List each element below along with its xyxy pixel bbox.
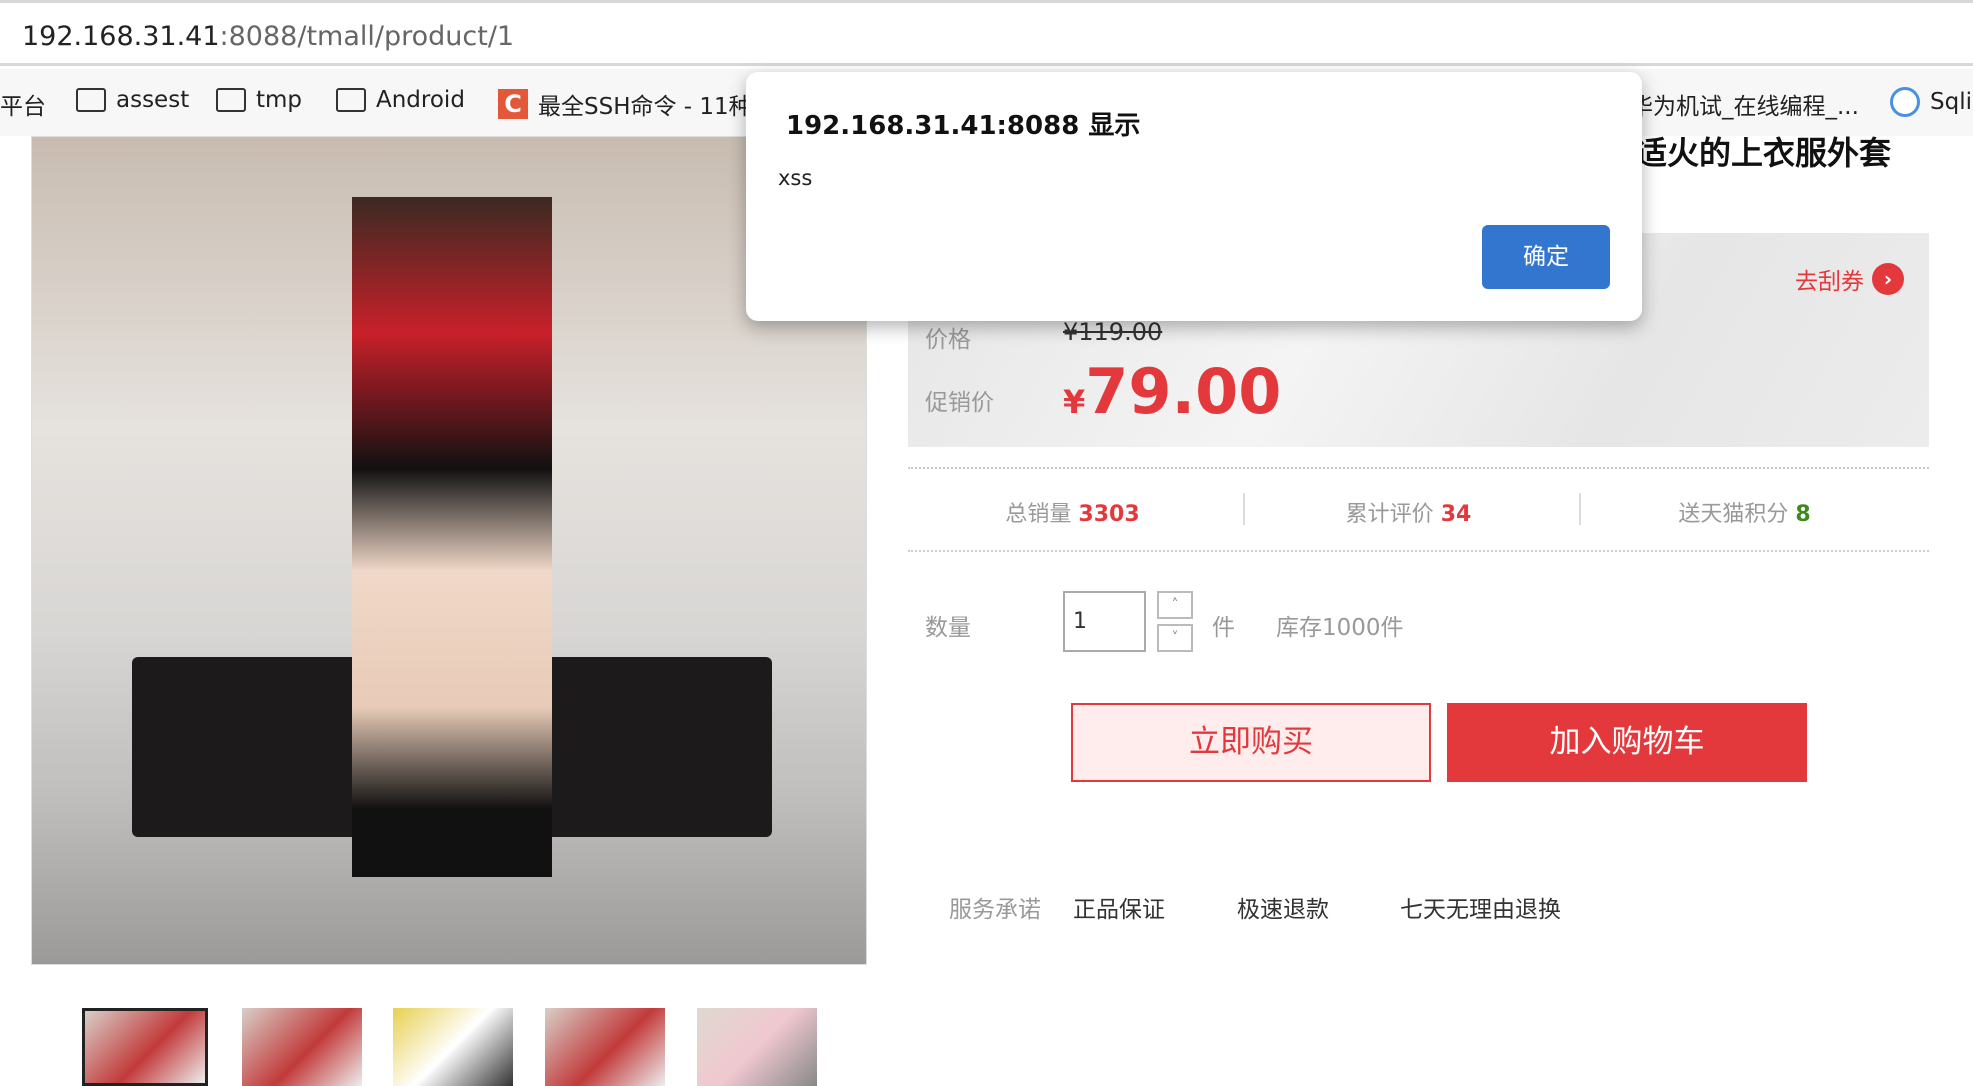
bookmark-ssh[interactable]: C 最全SSH命令 - 11种	[498, 87, 752, 121]
divider	[908, 550, 1929, 552]
coupon-label: 去刮券	[1795, 269, 1864, 295]
stat-label: 累计评价	[1345, 502, 1434, 527]
stat-value: 3303	[1078, 502, 1140, 527]
bookmark-label: 平台	[0, 94, 46, 120]
promo-price-value: 79.00	[1085, 355, 1282, 428]
thumbnail[interactable]	[393, 1008, 513, 1086]
unit-label: 件	[1212, 615, 1235, 641]
stock-label: 库存1000件	[1276, 615, 1404, 641]
dialog-message: xss	[778, 166, 813, 190]
buy-now-button[interactable]: 立即购买	[1071, 703, 1431, 782]
stat-value: 8	[1795, 502, 1811, 527]
thumbnail[interactable]	[697, 1008, 817, 1086]
bookmark-label: Sqli	[1930, 89, 1972, 115]
bookmark-label: 最全SSH命令 - 11种	[538, 94, 752, 120]
bookmark-label: 华为机试_在线编程_...	[1630, 94, 1859, 120]
coupon-link[interactable]: 去刮券 ›	[1795, 262, 1904, 296]
product-title: 适火的上衣服外套	[1635, 134, 1892, 172]
original-price: ¥119.00	[1063, 318, 1163, 346]
dialog-title: 192.168.31.41:8088 显示	[786, 111, 1141, 141]
promo-label: 促销价	[925, 390, 994, 416]
stat-points: 送天猫积分 8	[1577, 496, 1912, 528]
bookmark-label: Android	[376, 87, 465, 113]
bookmark-label: tmp	[256, 87, 303, 113]
decrease-button[interactable]: ˅	[1157, 624, 1193, 652]
product-main-image	[31, 136, 867, 965]
thumbnail[interactable]	[242, 1008, 362, 1086]
stat-label: 送天猫积分	[1678, 502, 1789, 527]
alert-dialog: 192.168.31.41:8088 显示 xss 确定	[746, 72, 1642, 321]
folder-icon	[216, 88, 246, 112]
site-icon	[1890, 87, 1920, 117]
add-to-cart-button[interactable]: 加入购物车	[1447, 703, 1807, 782]
service-item: 极速退款	[1237, 897, 1329, 923]
bookmark-tmp[interactable]: tmp	[216, 87, 302, 113]
stat-sales: 总销量 3303	[905, 496, 1240, 528]
model-shape	[352, 197, 552, 877]
bookmark-label: assest	[116, 87, 190, 113]
divider	[908, 467, 1929, 469]
bookmark-sqli[interactable]: Sqli	[1890, 87, 1972, 117]
url-host: 192.168.31.41	[22, 21, 220, 52]
service-label: 服务承诺	[949, 897, 1041, 923]
bookmark-assest[interactable]: assest	[76, 87, 189, 113]
chevron-right-icon: ›	[1872, 263, 1904, 295]
price-label: 价格	[925, 327, 971, 353]
thumbnail[interactable]	[82, 1008, 208, 1086]
quantity-label: 数量	[925, 615, 971, 641]
bookmark-huawei[interactable]: 华为机试_在线编程_...	[1630, 87, 1859, 121]
quantity-input[interactable]: 1	[1063, 591, 1146, 652]
stat-value: 34	[1440, 502, 1472, 527]
folder-icon	[76, 88, 106, 112]
currency-symbol: ¥	[1063, 383, 1086, 421]
thumbnail[interactable]	[545, 1008, 665, 1086]
bookmark-platform[interactable]: 平台	[0, 87, 46, 121]
stat-reviews[interactable]: 累计评价 34	[1241, 496, 1576, 528]
service-item: 七天无理由退换	[1400, 897, 1561, 923]
folder-icon	[336, 88, 366, 112]
csdn-icon: C	[498, 89, 528, 119]
ok-button[interactable]: 确定	[1482, 225, 1610, 289]
service-item: 正品保证	[1073, 897, 1165, 923]
url-path: :8088/tmall/product/1	[219, 21, 515, 52]
url-text[interactable]: 192.168.31.41:8088/tmall/product/1	[22, 21, 514, 52]
bookmark-android[interactable]: Android	[336, 87, 465, 113]
stat-label: 总销量	[1005, 502, 1072, 527]
promo-price: ¥79.00	[1063, 355, 1281, 428]
increase-button[interactable]: ˄	[1157, 591, 1193, 619]
address-bar[interactable]: 192.168.31.41:8088/tmall/product/1	[0, 0, 1973, 66]
